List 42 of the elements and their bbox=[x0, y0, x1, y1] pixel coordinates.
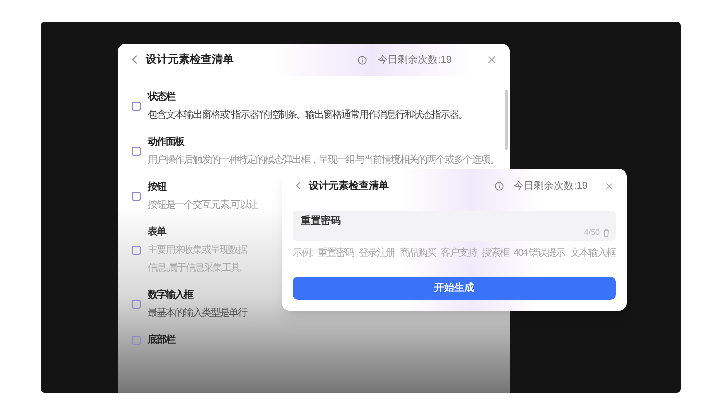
checkbox[interactable] bbox=[132, 102, 141, 111]
close-icon[interactable] bbox=[606, 182, 613, 190]
item-description: 用户操作后触发的一种特定的模态弹出框，呈现一组与当前情境相关的两个或多个选项。 bbox=[148, 154, 499, 168]
generate-button[interactable]: 开始生成 bbox=[293, 277, 616, 300]
item-description: 包含文本输出窗格或“指示器”的控制条。输出窗格通常用作消息行和状态指示器。 bbox=[148, 108, 468, 123]
panel-title: 设计元素检查清单 bbox=[146, 52, 234, 68]
checkbox[interactable] bbox=[132, 336, 141, 345]
dialog-title: 设计元素检查清单 bbox=[309, 180, 389, 194]
char-counter: 4/50 bbox=[584, 227, 600, 239]
quota-text: 今日剩余次数:19 bbox=[378, 54, 452, 68]
scrollbar-thumb[interactable] bbox=[505, 90, 508, 150]
checkbox[interactable] bbox=[132, 192, 141, 201]
item-description: 按钮是一个交互元素,可以让 bbox=[148, 198, 258, 213]
item-description: 最基本的输入类型是单行 bbox=[148, 306, 247, 321]
item-title: 表单 bbox=[148, 226, 166, 240]
item-title: 按钮 bbox=[148, 180, 166, 195]
checkbox[interactable] bbox=[132, 300, 141, 309]
example-chip[interactable]: 登录注册 bbox=[358, 246, 395, 261]
example-chip[interactable]: 文本输入框 bbox=[570, 246, 616, 261]
example-chip[interactable]: 搜索框 bbox=[482, 246, 509, 261]
back-icon[interactable] bbox=[296, 182, 301, 190]
prompt-field[interactable]: 重置密码 4/50 bbox=[293, 211, 616, 241]
quota-text: 今日剩余次数:19 bbox=[514, 180, 588, 194]
examples-label: 示例: bbox=[293, 247, 313, 261]
field-value: 重置密码 bbox=[301, 214, 341, 229]
close-icon[interactable] bbox=[488, 56, 496, 64]
item-title: 状态栏 bbox=[148, 90, 175, 105]
item-title: 动作面板 bbox=[148, 136, 184, 150]
item-title: 数字输入框 bbox=[148, 288, 193, 303]
item-title: 底部栏 bbox=[148, 333, 175, 348]
info-icon bbox=[495, 182, 504, 190]
example-chip[interactable]: 商品购买 bbox=[400, 246, 436, 261]
item-description: 信息,属于信息采集工具, bbox=[148, 262, 242, 276]
item-description: 主要用来收集或呈现数据 bbox=[148, 244, 247, 258]
example-chip[interactable]: 404 错误提示 bbox=[514, 246, 566, 261]
checkbox[interactable] bbox=[132, 246, 141, 255]
example-chip[interactable]: 重置密码 bbox=[318, 246, 354, 261]
trash-icon[interactable] bbox=[603, 229, 610, 237]
info-icon bbox=[358, 56, 368, 64]
example-chip[interactable]: 客户支持 bbox=[440, 246, 477, 261]
checkbox[interactable] bbox=[132, 147, 141, 156]
back-icon[interactable] bbox=[132, 55, 138, 65]
